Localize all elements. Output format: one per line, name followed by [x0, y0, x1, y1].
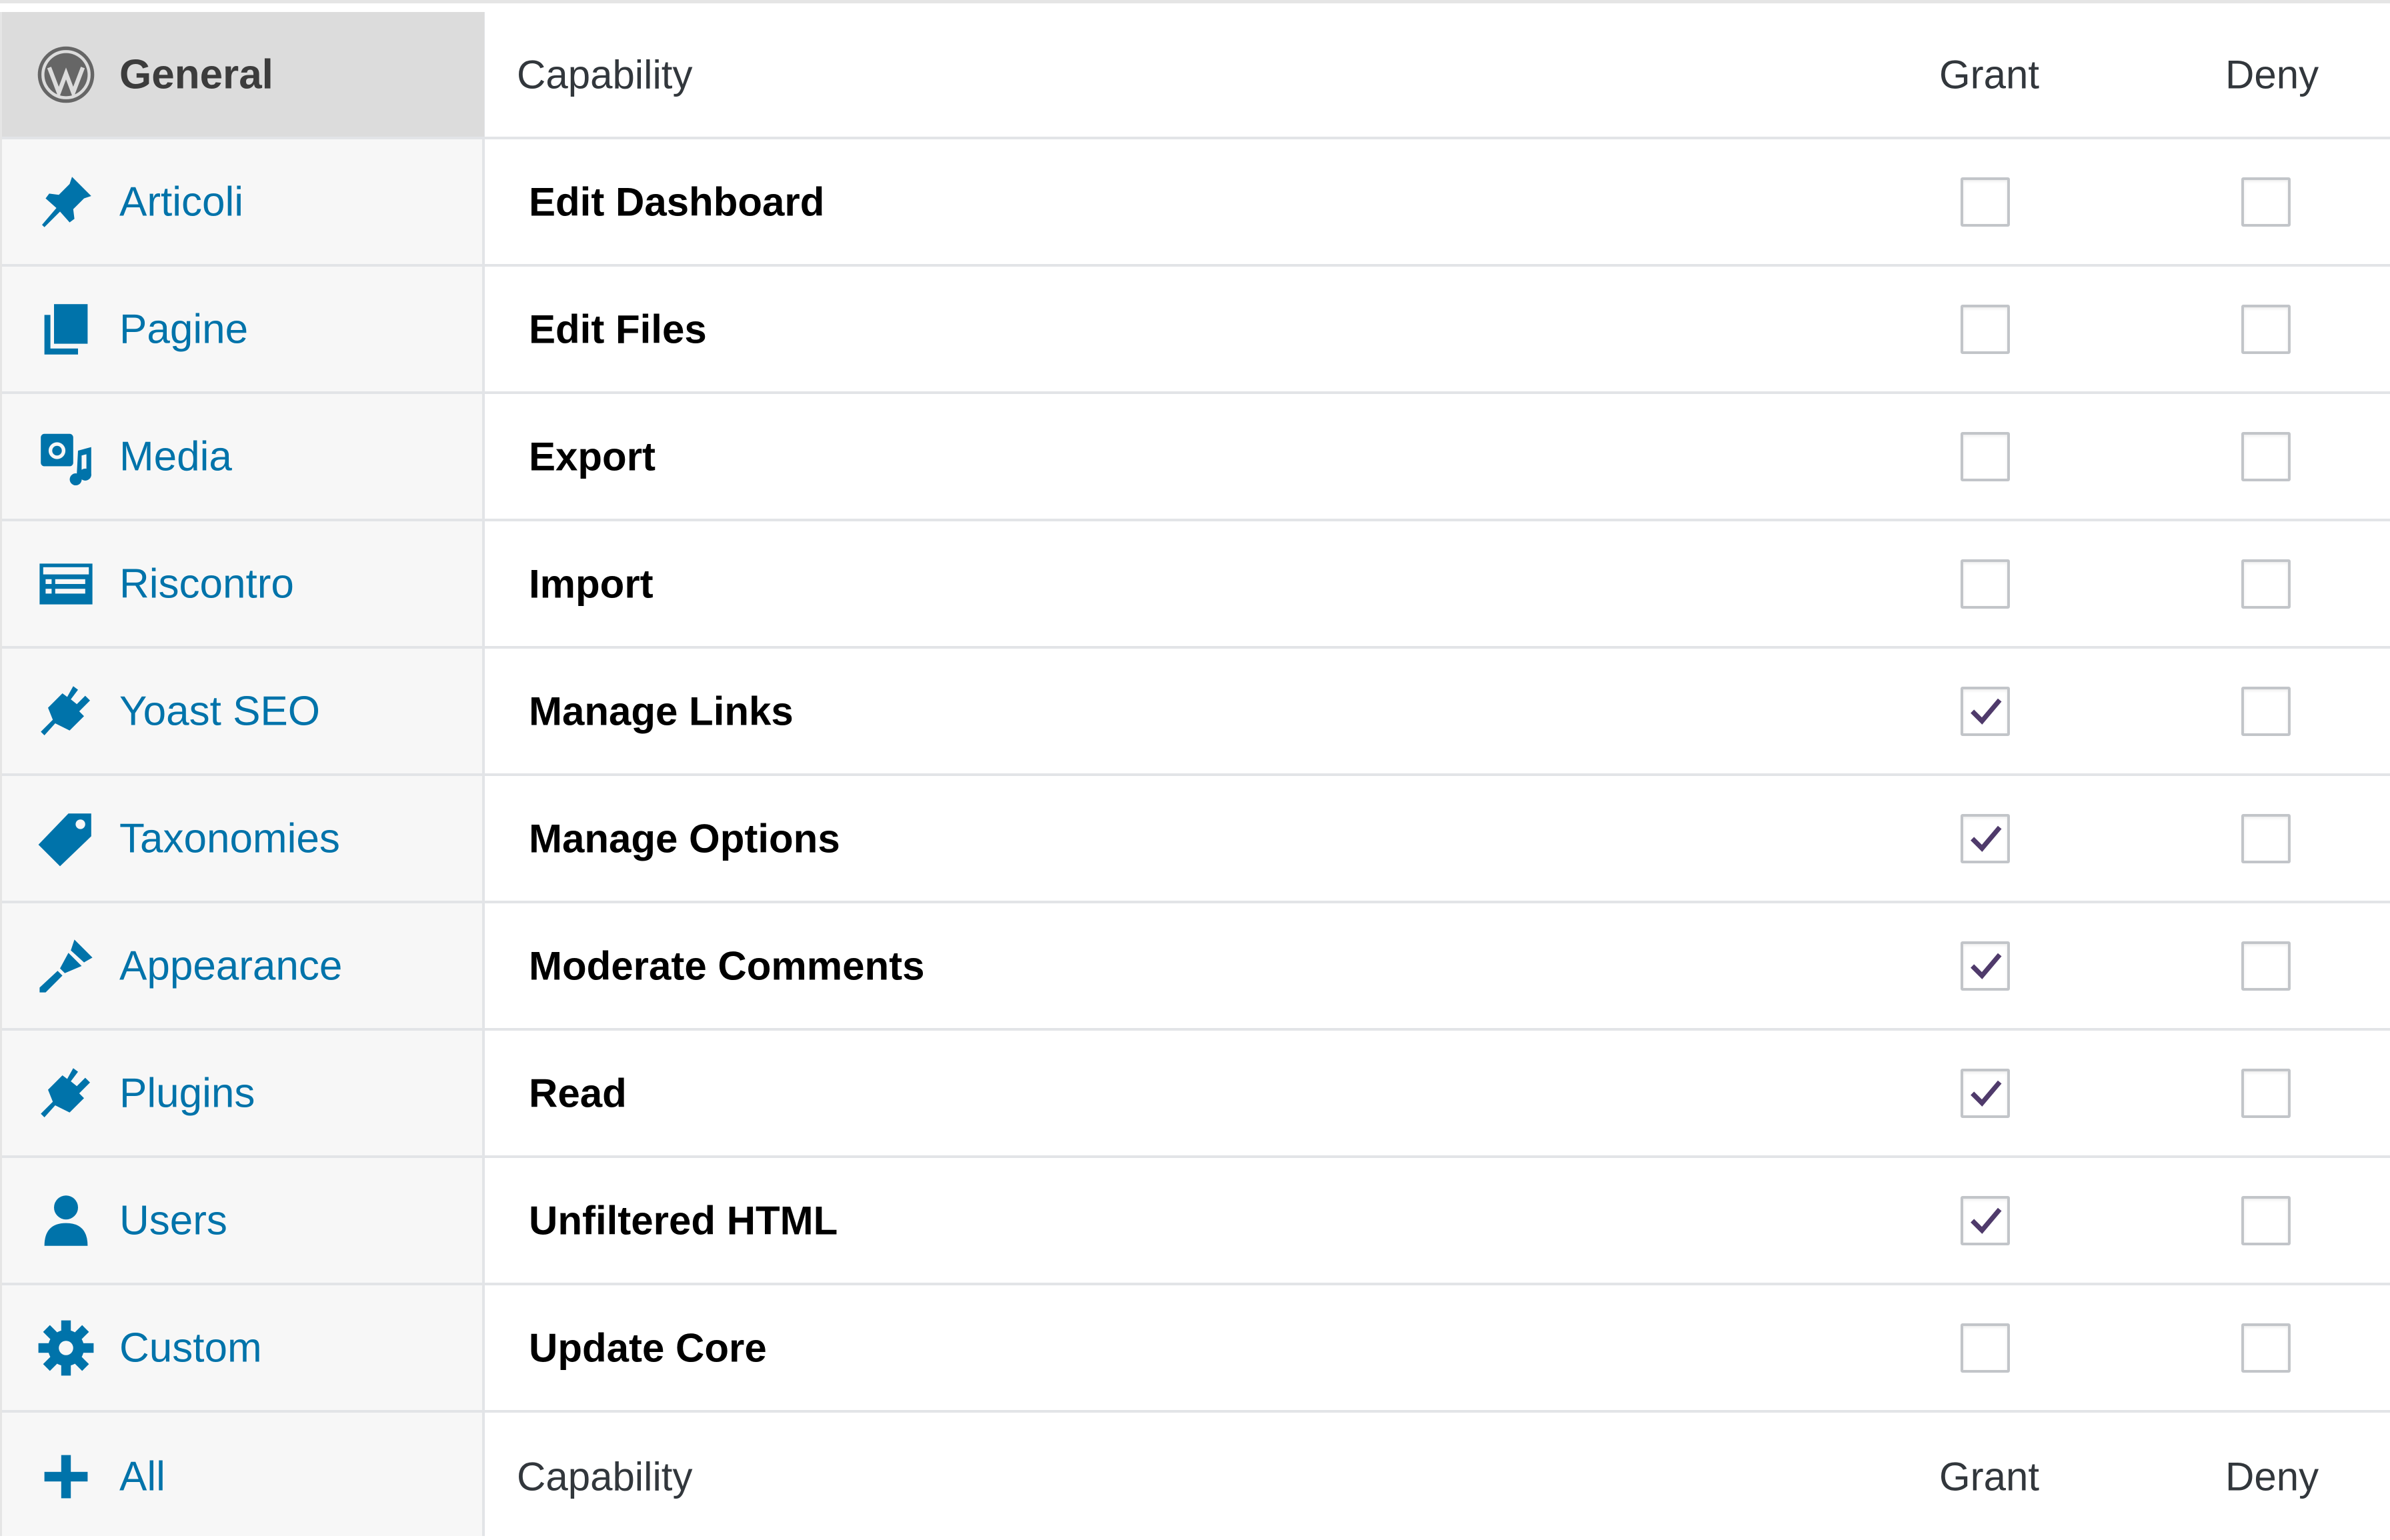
media-icon: [35, 426, 97, 487]
grant-checkbox[interactable]: [1961, 686, 2010, 736]
checkmark-icon: [1971, 698, 2002, 725]
checkmark-icon: [1971, 1207, 2002, 1234]
sidebar-item-label: Riscontro: [119, 561, 294, 607]
wordpress-logo-icon: [35, 44, 97, 105]
table-row: Edit Files: [485, 267, 2390, 394]
capability-name: Export: [529, 434, 656, 479]
pages-icon: [35, 299, 97, 360]
sidebar-item-media[interactable]: Media: [2, 394, 484, 521]
table-row: Manage Options: [485, 776, 2390, 903]
table-row: Manage Links: [485, 649, 2390, 776]
sidebar-item-label: General: [119, 51, 273, 97]
checkmark-icon: [1971, 825, 2002, 852]
capability-name: Read: [529, 1071, 627, 1115]
sidebar-item-label: Articoli: [119, 179, 244, 225]
sidebar-item-all[interactable]: All: [2, 1413, 484, 1540]
sidebar-item-label: Media: [119, 433, 232, 479]
capability-name: Manage Options: [529, 816, 840, 861]
sidebar-item-taxonomies[interactable]: Taxonomies: [2, 776, 484, 903]
capability-name: Import: [529, 561, 654, 606]
sidebar-item-label: Pagine: [119, 306, 249, 352]
grant-checkbox[interactable]: [1961, 1195, 2010, 1245]
grant-checkbox[interactable]: [1961, 1323, 2010, 1373]
checkmark-icon: [1971, 1080, 2002, 1107]
deny-column-header: Deny: [2225, 52, 2319, 97]
plugin-icon: [35, 1063, 97, 1124]
paintbrush-icon: [35, 935, 97, 997]
sidebar-item-articoli[interactable]: Articoli: [2, 139, 484, 267]
deny-checkbox[interactable]: [2241, 1323, 2291, 1373]
grant-checkbox[interactable]: [1961, 813, 2010, 863]
grant-checkbox[interactable]: [1961, 1068, 2010, 1118]
sidebar-item-label: Yoast SEO: [119, 688, 321, 734]
capability-groups-sidebar: General Articoli Pagine Media Riscontro: [0, 12, 485, 1536]
sidebar-item-label: Users: [119, 1197, 227, 1243]
user-icon: [35, 1190, 97, 1251]
capability-column-header: Capability: [517, 52, 693, 97]
table-header: Capability Grant Deny: [485, 12, 2390, 139]
deny-checkbox[interactable]: [2241, 304, 2291, 354]
grant-column-header: Grant: [1939, 52, 2040, 97]
table-row: Update Core: [485, 1285, 2390, 1413]
plus-icon: [35, 1446, 97, 1507]
deny-checkbox[interactable]: [2241, 941, 2291, 991]
capability-name: Edit Dashboard: [529, 179, 825, 224]
table-row: Edit Dashboard: [485, 139, 2390, 267]
capability-name: Unfiltered HTML: [529, 1198, 838, 1243]
deny-checkbox[interactable]: [2241, 686, 2291, 736]
deny-checkbox[interactable]: [2241, 431, 2291, 481]
sidebar-item-appearance[interactable]: Appearance: [2, 903, 484, 1031]
deny-checkbox[interactable]: [2241, 813, 2291, 863]
capability-name: Edit Files: [529, 307, 707, 351]
sidebar-item-plugins[interactable]: Plugins: [2, 1031, 484, 1158]
table-footer: Capability Grant Deny: [485, 1413, 2390, 1540]
sidebar-item-label: All: [119, 1453, 165, 1499]
gear-icon: [35, 1317, 97, 1379]
sidebar-item-yoast-seo[interactable]: Yoast SEO: [2, 649, 484, 776]
sidebar-item-users[interactable]: Users: [2, 1158, 484, 1285]
grant-checkbox[interactable]: [1961, 431, 2010, 481]
pushpin-icon: [35, 171, 97, 233]
deny-checkbox[interactable]: [2241, 559, 2291, 609]
feedback-icon: [35, 553, 97, 615]
sidebar-item-label: Taxonomies: [119, 815, 340, 861]
grant-checkbox[interactable]: [1961, 559, 2010, 609]
table-row: Read: [485, 1031, 2390, 1158]
grant-checkbox[interactable]: [1961, 177, 2010, 227]
table-row: Moderate Comments: [485, 903, 2390, 1031]
grant-column-footer: Grant: [1939, 1454, 2040, 1499]
capability-name: Manage Links: [529, 689, 794, 733]
grant-checkbox[interactable]: [1961, 941, 2010, 991]
checkmark-icon: [1971, 953, 2002, 979]
capability-name: Update Core: [529, 1325, 767, 1370]
grant-checkbox[interactable]: [1961, 304, 2010, 354]
sidebar-item-label: Custom: [119, 1325, 262, 1371]
sidebar-item-riscontro[interactable]: Riscontro: [2, 521, 484, 649]
capability-column-footer: Capability: [517, 1454, 693, 1499]
capabilities-editor: General Articoli Pagine Media Riscontro: [0, 0, 2390, 1536]
sidebar-item-label: Plugins: [119, 1070, 255, 1116]
table-row: Import: [485, 521, 2390, 649]
table-row: Unfiltered HTML: [485, 1158, 2390, 1285]
capability-name: Moderate Comments: [529, 943, 925, 988]
tag-icon: [35, 808, 97, 869]
capabilities-table: Capability Grant Deny Edit Dashboard Edit…: [485, 12, 2390, 1536]
deny-column-footer: Deny: [2225, 1454, 2319, 1499]
plugin-icon: [35, 681, 97, 742]
sidebar-item-label: Appearance: [119, 943, 343, 989]
table-row: Export: [485, 394, 2390, 521]
deny-checkbox[interactable]: [2241, 1068, 2291, 1118]
sidebar-item-custom[interactable]: Custom: [2, 1285, 484, 1413]
deny-checkbox[interactable]: [2241, 1195, 2291, 1245]
deny-checkbox[interactable]: [2241, 177, 2291, 227]
sidebar-item-pagine[interactable]: Pagine: [2, 267, 484, 394]
sidebar-item-general[interactable]: General: [2, 12, 484, 139]
